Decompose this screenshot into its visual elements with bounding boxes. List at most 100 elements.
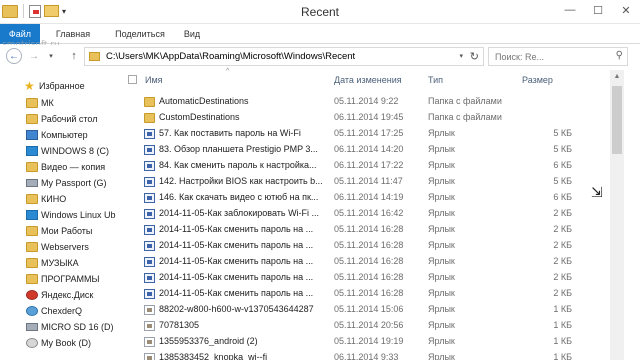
shortcut-icon — [144, 273, 155, 283]
column-header-date[interactable]: Дата изменения — [334, 70, 402, 90]
file-type: Ярлык — [428, 144, 455, 154]
nav-item-mk[interactable]: МК — [0, 95, 124, 111]
file-row[interactable]: 2014-11-05-Как сменить пароль на ... 05.1… — [124, 222, 604, 238]
select-all-checkbox[interactable] — [128, 75, 137, 84]
nav-item-micro-sd[interactable]: MICRO SD 16 (D) — [0, 319, 124, 335]
drive-icon — [26, 179, 38, 187]
image-icon — [144, 321, 155, 331]
ribbon-tabs: Файл Главная Поделиться Вид — [0, 24, 640, 44]
tab-share[interactable]: Поделиться — [108, 24, 172, 44]
up-button[interactable]: ↑ — [66, 48, 82, 64]
file-row[interactable]: 88202-w800-h600-w-v1370543644287 05.11.20… — [124, 302, 604, 318]
search-input[interactable]: Поиск: Re... ⚲ — [488, 47, 628, 66]
windows-icon — [26, 210, 38, 220]
file-row[interactable]: 2014-11-05-Как сменить пароль на ... 05.1… — [124, 270, 604, 286]
nav-item-my-book[interactable]: My Book (D) — [0, 335, 124, 351]
nav-item-programs[interactable]: ПРОГРАММЫ — [0, 271, 124, 287]
file-type: Ярлык — [428, 304, 455, 314]
file-row[interactable]: 2014-11-05-Как заблокировать Wi-Fi ... 05… — [124, 206, 604, 222]
address-path[interactable]: C:\Users\MK\AppData\Roaming\Microsoft\Wi… — [106, 51, 355, 62]
folder-icon — [89, 52, 100, 61]
folder-icon — [26, 98, 38, 108]
file-size: 2 КБ — [553, 256, 572, 266]
shortcut-icon — [144, 241, 155, 251]
address-dropdown-icon[interactable]: ▾ — [459, 52, 463, 60]
vertical-scrollbar[interactable]: ▲ — [610, 70, 624, 360]
close-button[interactable]: ✕ — [612, 0, 640, 20]
file-date: 05.11.2014 11:47 — [334, 176, 403, 186]
file-row[interactable]: 142. Настройки BIOS как настроить b... 05… — [124, 174, 604, 190]
forward-button[interactable]: → — [26, 48, 42, 64]
file-date: 06.11.2014 19:45 — [334, 112, 404, 122]
nav-item-video-copy[interactable]: Видео — копия — [0, 159, 124, 175]
nav-item-yandex-disk[interactable]: Яндекс.Диск — [0, 287, 124, 303]
file-row[interactable]: 2014-11-05-Как сменить пароль на ... 05.1… — [124, 254, 604, 270]
file-name: 70781305 — [159, 320, 200, 330]
file-size: 6 КБ — [553, 160, 572, 170]
file-row[interactable]: 1385383452_knopka_wi--fi 06.11.2014 9:33 Я… — [124, 350, 604, 360]
nav-item-label: ПРОГРАММЫ — [41, 274, 100, 284]
scroll-up-icon[interactable]: ▲ — [610, 70, 624, 84]
nav-item-desktop[interactable]: Рабочий стол — [0, 111, 124, 127]
maximize-button[interactable]: ☐ — [584, 0, 612, 20]
search-placeholder: Поиск: Re... — [495, 51, 544, 62]
file-type: Ярлык — [428, 160, 455, 170]
title-bar: ▾ Recent — ☐ ✕ — [0, 0, 640, 24]
nav-item-my-works[interactable]: Мои Работы — [0, 223, 124, 239]
shortcut-icon — [144, 209, 155, 219]
nav-item-label: Мои Работы — [41, 226, 93, 236]
nav-item-label: Webservers — [41, 242, 89, 252]
nav-item-favorites[interactable]: ★ Избранное — [0, 78, 124, 94]
file-name: 84. Как сменить пароль к настройка... — [159, 160, 317, 170]
file-name: 2014-11-05-Как заблокировать Wi-Fi ... — [159, 208, 320, 218]
folder-icon — [26, 162, 38, 172]
file-row[interactable]: 2014-11-05-Как сменить пароль на ... 05.1… — [124, 286, 604, 302]
file-row[interactable]: 2014-11-05-Как сменить пароль на ... 05.1… — [124, 238, 604, 254]
file-date: 06.11.2014 9:33 — [334, 352, 399, 360]
arrow-right-icon: → — [29, 50, 39, 62]
window-title: Recent — [300, 5, 340, 19]
file-date: 06.11.2014 14:20 — [334, 144, 404, 154]
chevron-down-icon: ▾ — [49, 53, 53, 60]
nav-item-windows-8[interactable]: WINDOWS 8 (C) — [0, 143, 124, 159]
image-icon — [144, 353, 155, 360]
column-header-name[interactable]: Имя — [145, 70, 163, 90]
file-size: 2 КБ — [553, 240, 572, 250]
back-button[interactable]: ← — [6, 48, 22, 64]
file-size: 1 КБ — [553, 336, 572, 346]
nav-item-windows-linux[interactable]: Windows Linux Ub — [0, 207, 124, 223]
file-type: Ярлык — [428, 192, 455, 202]
file-type: Папка с файлами — [428, 112, 502, 122]
file-size: 1 КБ — [553, 304, 572, 314]
tab-view[interactable]: Вид — [176, 24, 208, 44]
column-header-size[interactable]: Размер — [522, 70, 553, 90]
minimize-button[interactable]: — — [556, 0, 584, 20]
refresh-icon[interactable]: ↻ — [470, 50, 479, 63]
nav-item-chexderq[interactable]: ChexderQ — [0, 303, 124, 319]
file-name: CustomDestinations — [159, 112, 240, 122]
address-bar[interactable]: C:\Users\MK\AppData\Roaming\Microsoft\Wi… — [84, 47, 484, 66]
file-row[interactable]: 146. Как скачать видео с ютюб на пк... 06… — [124, 190, 604, 206]
file-row[interactable]: 83. Обзор планшета Prestigio PMP 3... 06.… — [124, 142, 604, 158]
scrollbar-thumb[interactable] — [612, 86, 622, 154]
recent-locations-button[interactable]: ▾ — [46, 48, 56, 64]
nav-item-webservers[interactable]: Webservers — [0, 239, 124, 255]
file-row[interactable]: 70781305 05.11.2014 20:56 Ярлык 1 КБ — [124, 318, 604, 334]
nav-item-label: МК — [41, 98, 54, 108]
nav-item-my-passport[interactable]: My Passport (G) — [0, 175, 124, 191]
file-row[interactable]: AutomaticDestinations 05.11.2014 9:22 Папк… — [124, 94, 604, 110]
nav-item-computer[interactable]: Компьютер — [0, 127, 124, 143]
column-header-type[interactable]: Тип — [428, 70, 443, 90]
sort-ascending-icon: ^ — [226, 68, 230, 75]
nav-item-label: ChexderQ — [41, 306, 83, 316]
search-icon[interactable]: ⚲ — [616, 50, 623, 61]
file-row[interactable]: CustomDestinations 06.11.2014 19:45 Папка … — [124, 110, 604, 126]
folder-icon — [26, 242, 38, 252]
nav-item-kino[interactable]: КИНО — [0, 191, 124, 207]
file-row[interactable]: 57. Как поставить пароль на Wi-Fi 05.11.2… — [124, 126, 604, 142]
nav-item-music[interactable]: МУЗЫКА — [0, 255, 124, 271]
file-row[interactable]: 1355953376_android (2) 05.11.2014 19:19 Яр… — [124, 334, 604, 350]
file-type: Ярлык — [428, 352, 455, 360]
windows-drive-icon — [26, 146, 38, 156]
file-row[interactable]: 84. Как сменить пароль к настройка... 06.… — [124, 158, 604, 174]
